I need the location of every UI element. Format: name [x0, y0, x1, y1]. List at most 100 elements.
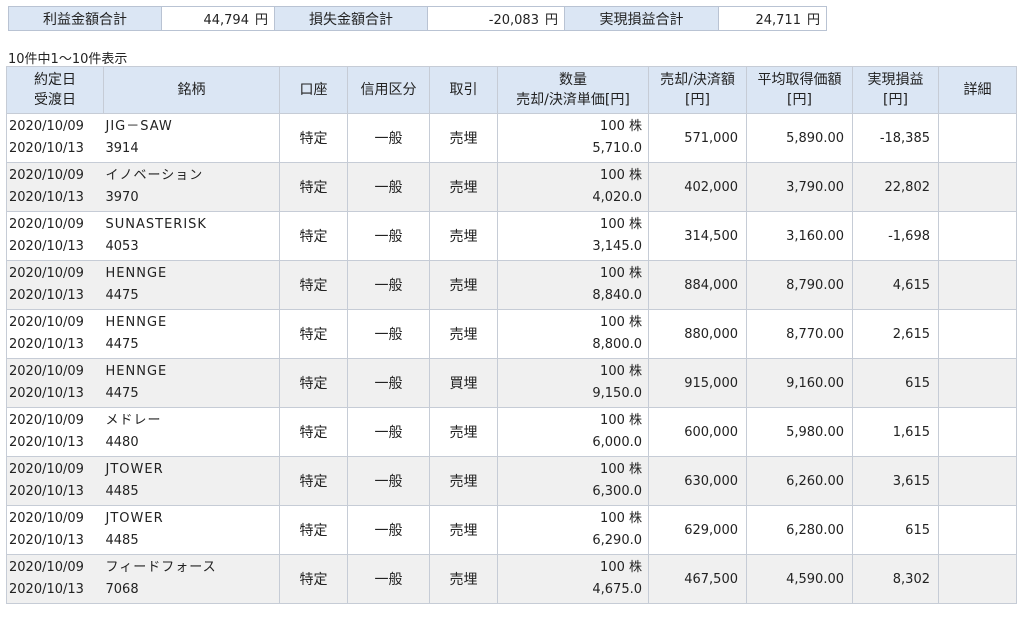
row-credit: 一般 [347, 407, 430, 457]
row-pl: 2,615 [852, 309, 939, 359]
row-account: 特定 [279, 113, 348, 163]
row-avg: 6,280.00 [746, 505, 853, 555]
header-qty: 数量 売却/決済単価[円] [497, 66, 649, 114]
table-row: 2020/10/09 2020/10/13 JIG－SAW 3914 特定 一般 売… [6, 113, 1017, 163]
row-amount: 915,000 [648, 358, 747, 408]
row-detail [938, 260, 1017, 310]
row-trade: 売埋 [429, 407, 498, 457]
loss-total-label: 損失金額合計 [274, 6, 428, 31]
row-credit: 一般 [347, 554, 430, 604]
row-avg: 4,590.00 [746, 554, 853, 604]
row-avg: 3,160.00 [746, 211, 853, 261]
row-credit: 一般 [347, 162, 430, 212]
row-detail [938, 211, 1017, 261]
row-dates: 2020/10/09 2020/10/13 [6, 505, 104, 555]
row-dates: 2020/10/09 2020/10/13 [6, 211, 104, 261]
row-avg: 8,770.00 [746, 309, 853, 359]
header-amount: 売却/決済額 [円] [648, 66, 747, 114]
row-trade: 売埋 [429, 456, 498, 506]
header-trade: 取引 [429, 66, 498, 114]
row-pl: 4,615 [852, 260, 939, 310]
row-stock: HENNGE 4475 [103, 309, 280, 359]
row-stock: JTOWER 4485 [103, 505, 280, 555]
row-account: 特定 [279, 211, 348, 261]
row-avg: 5,890.00 [746, 113, 853, 163]
row-account: 特定 [279, 309, 348, 359]
row-detail [938, 505, 1017, 555]
table-row: 2020/10/09 2020/10/13 フィードフォース 7068 特定 一般 … [6, 554, 1017, 604]
row-trade: 売埋 [429, 505, 498, 555]
row-credit: 一般 [347, 456, 430, 506]
row-dates: 2020/10/09 2020/10/13 [6, 162, 104, 212]
row-trade: 買埋 [429, 358, 498, 408]
header-pl: 実現損益 [円] [852, 66, 939, 114]
row-qty: 100 株 8,840.0 [497, 260, 649, 310]
row-dates: 2020/10/09 2020/10/13 [6, 407, 104, 457]
row-detail [938, 113, 1017, 163]
realized-total-label: 実現損益合計 [564, 6, 719, 31]
row-pl: 1,615 [852, 407, 939, 457]
results-table: 約定日 受渡日 銘柄 口座 信用区分 取引 数量 売却/決済単価[円] 売却/決済額… [6, 66, 1017, 604]
row-amount: 600,000 [648, 407, 747, 457]
row-pl: 22,802 [852, 162, 939, 212]
row-stock: イノベーション 3970 [103, 162, 280, 212]
row-amount: 467,500 [648, 554, 747, 604]
table-row: 2020/10/09 2020/10/13 HENNGE 4475 特定 一般 売埋… [6, 309, 1017, 359]
row-qty: 100 株 8,800.0 [497, 309, 649, 359]
row-dates: 2020/10/09 2020/10/13 [6, 309, 104, 359]
row-qty: 100 株 6,300.0 [497, 456, 649, 506]
row-stock: SUNASTERISK 4053 [103, 211, 280, 261]
header-account: 口座 [279, 66, 348, 114]
row-avg: 9,160.00 [746, 358, 853, 408]
row-trade: 売埋 [429, 113, 498, 163]
table-row: 2020/10/09 2020/10/13 JTOWER 4485 特定 一般 売埋… [6, 505, 1017, 555]
row-amount: 571,000 [648, 113, 747, 163]
header-detail: 詳細 [938, 66, 1017, 114]
row-account: 特定 [279, 260, 348, 310]
row-trade: 売埋 [429, 211, 498, 261]
row-account: 特定 [279, 358, 348, 408]
row-amount: 314,500 [648, 211, 747, 261]
row-detail [938, 407, 1017, 457]
row-account: 特定 [279, 162, 348, 212]
table-row: 2020/10/09 2020/10/13 メドレー 4480 特定 一般 売埋 1… [6, 407, 1017, 457]
row-dates: 2020/10/09 2020/10/13 [6, 260, 104, 310]
row-account: 特定 [279, 407, 348, 457]
row-stock: メドレー 4480 [103, 407, 280, 457]
row-trade: 売埋 [429, 554, 498, 604]
row-account: 特定 [279, 456, 348, 506]
row-pl: 3,615 [852, 456, 939, 506]
row-qty: 100 株 6,000.0 [497, 407, 649, 457]
row-amount: 402,000 [648, 162, 747, 212]
row-account: 特定 [279, 505, 348, 555]
row-qty: 100 株 3,145.0 [497, 211, 649, 261]
header-name: 銘柄 [103, 66, 280, 114]
row-dates: 2020/10/09 2020/10/13 [6, 113, 104, 163]
row-trade: 売埋 [429, 162, 498, 212]
table-row: 2020/10/09 2020/10/13 SUNASTERISK 4053 特定 … [6, 211, 1017, 261]
row-detail [938, 309, 1017, 359]
row-dates: 2020/10/09 2020/10/13 [6, 358, 104, 408]
header-row: 約定日 受渡日 銘柄 口座 信用区分 取引 数量 売却/決済単価[円] 売却/決済額… [6, 66, 1017, 114]
row-detail [938, 162, 1017, 212]
row-trade: 売埋 [429, 260, 498, 310]
realized-total-value: 24,711 円 [718, 6, 827, 31]
row-stock: JIG－SAW 3914 [103, 113, 280, 163]
row-stock: HENNGE 4475 [103, 260, 280, 310]
table-row: 2020/10/09 2020/10/13 イノベーション 3970 特定 一般 売… [6, 162, 1017, 212]
row-avg: 3,790.00 [746, 162, 853, 212]
row-credit: 一般 [347, 113, 430, 163]
loss-total-value: -20,083 円 [427, 6, 565, 31]
row-qty: 100 株 4,675.0 [497, 554, 649, 604]
header-dates: 約定日 受渡日 [6, 66, 104, 114]
summary-table: 利益金額合計 44,794 円 損失金額合計 -20,083 円 実現損益合計 24… [8, 6, 827, 31]
profit-total-label: 利益金額合計 [8, 6, 162, 31]
row-credit: 一般 [347, 260, 430, 310]
row-stock: フィードフォース 7068 [103, 554, 280, 604]
row-credit: 一般 [347, 505, 430, 555]
row-dates: 2020/10/09 2020/10/13 [6, 554, 104, 604]
result-count: 10件中1〜10件表示 [8, 52, 128, 67]
row-amount: 630,000 [648, 456, 747, 506]
row-detail [938, 358, 1017, 408]
row-pl: 615 [852, 358, 939, 408]
